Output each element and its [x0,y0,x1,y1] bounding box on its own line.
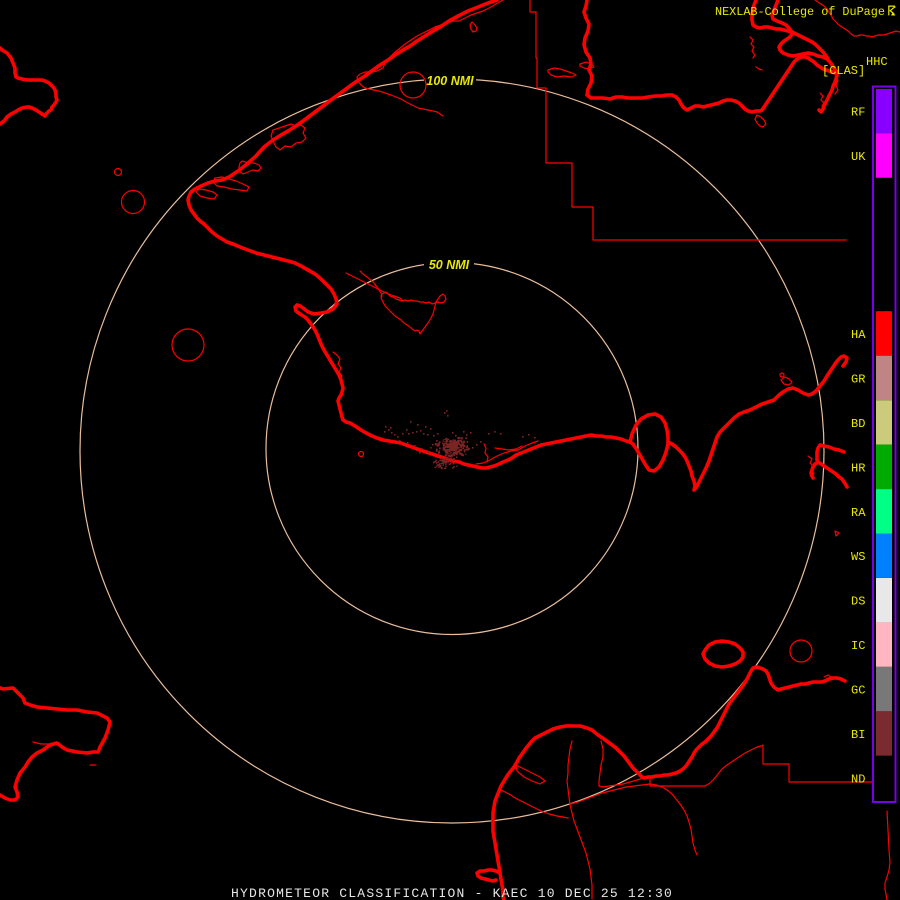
svg-text:100 NMI: 100 NMI [426,74,474,88]
svg-text:HR: HR [851,461,865,475]
svg-text:RF: RF [851,106,865,120]
svg-text:GC: GC [851,684,865,698]
svg-text:BI: BI [851,728,865,742]
svg-text:GR: GR [851,372,865,386]
svg-text:RA: RA [851,506,866,520]
svg-text:WS: WS [851,550,865,564]
svg-text:IC: IC [851,639,865,653]
svg-text:50 NMI: 50 NMI [429,258,470,272]
svg-text:HYDROMETEOR CLASSIFICATION - K: HYDROMETEOR CLASSIFICATION - KAEC 10 DEC… [231,886,673,900]
svg-text:HHC: HHC [866,55,888,69]
svg-text:BD: BD [851,417,865,431]
svg-text:HA: HA [851,328,866,342]
svg-text:NEXLAB-College of DuPage: NEXLAB-College of DuPage [715,5,885,19]
svg-text:UK: UK [851,150,866,164]
svg-text:DS: DS [851,595,865,609]
svg-text:[CLAS]: [CLAS] [822,64,865,78]
svg-text:ND: ND [851,773,865,787]
